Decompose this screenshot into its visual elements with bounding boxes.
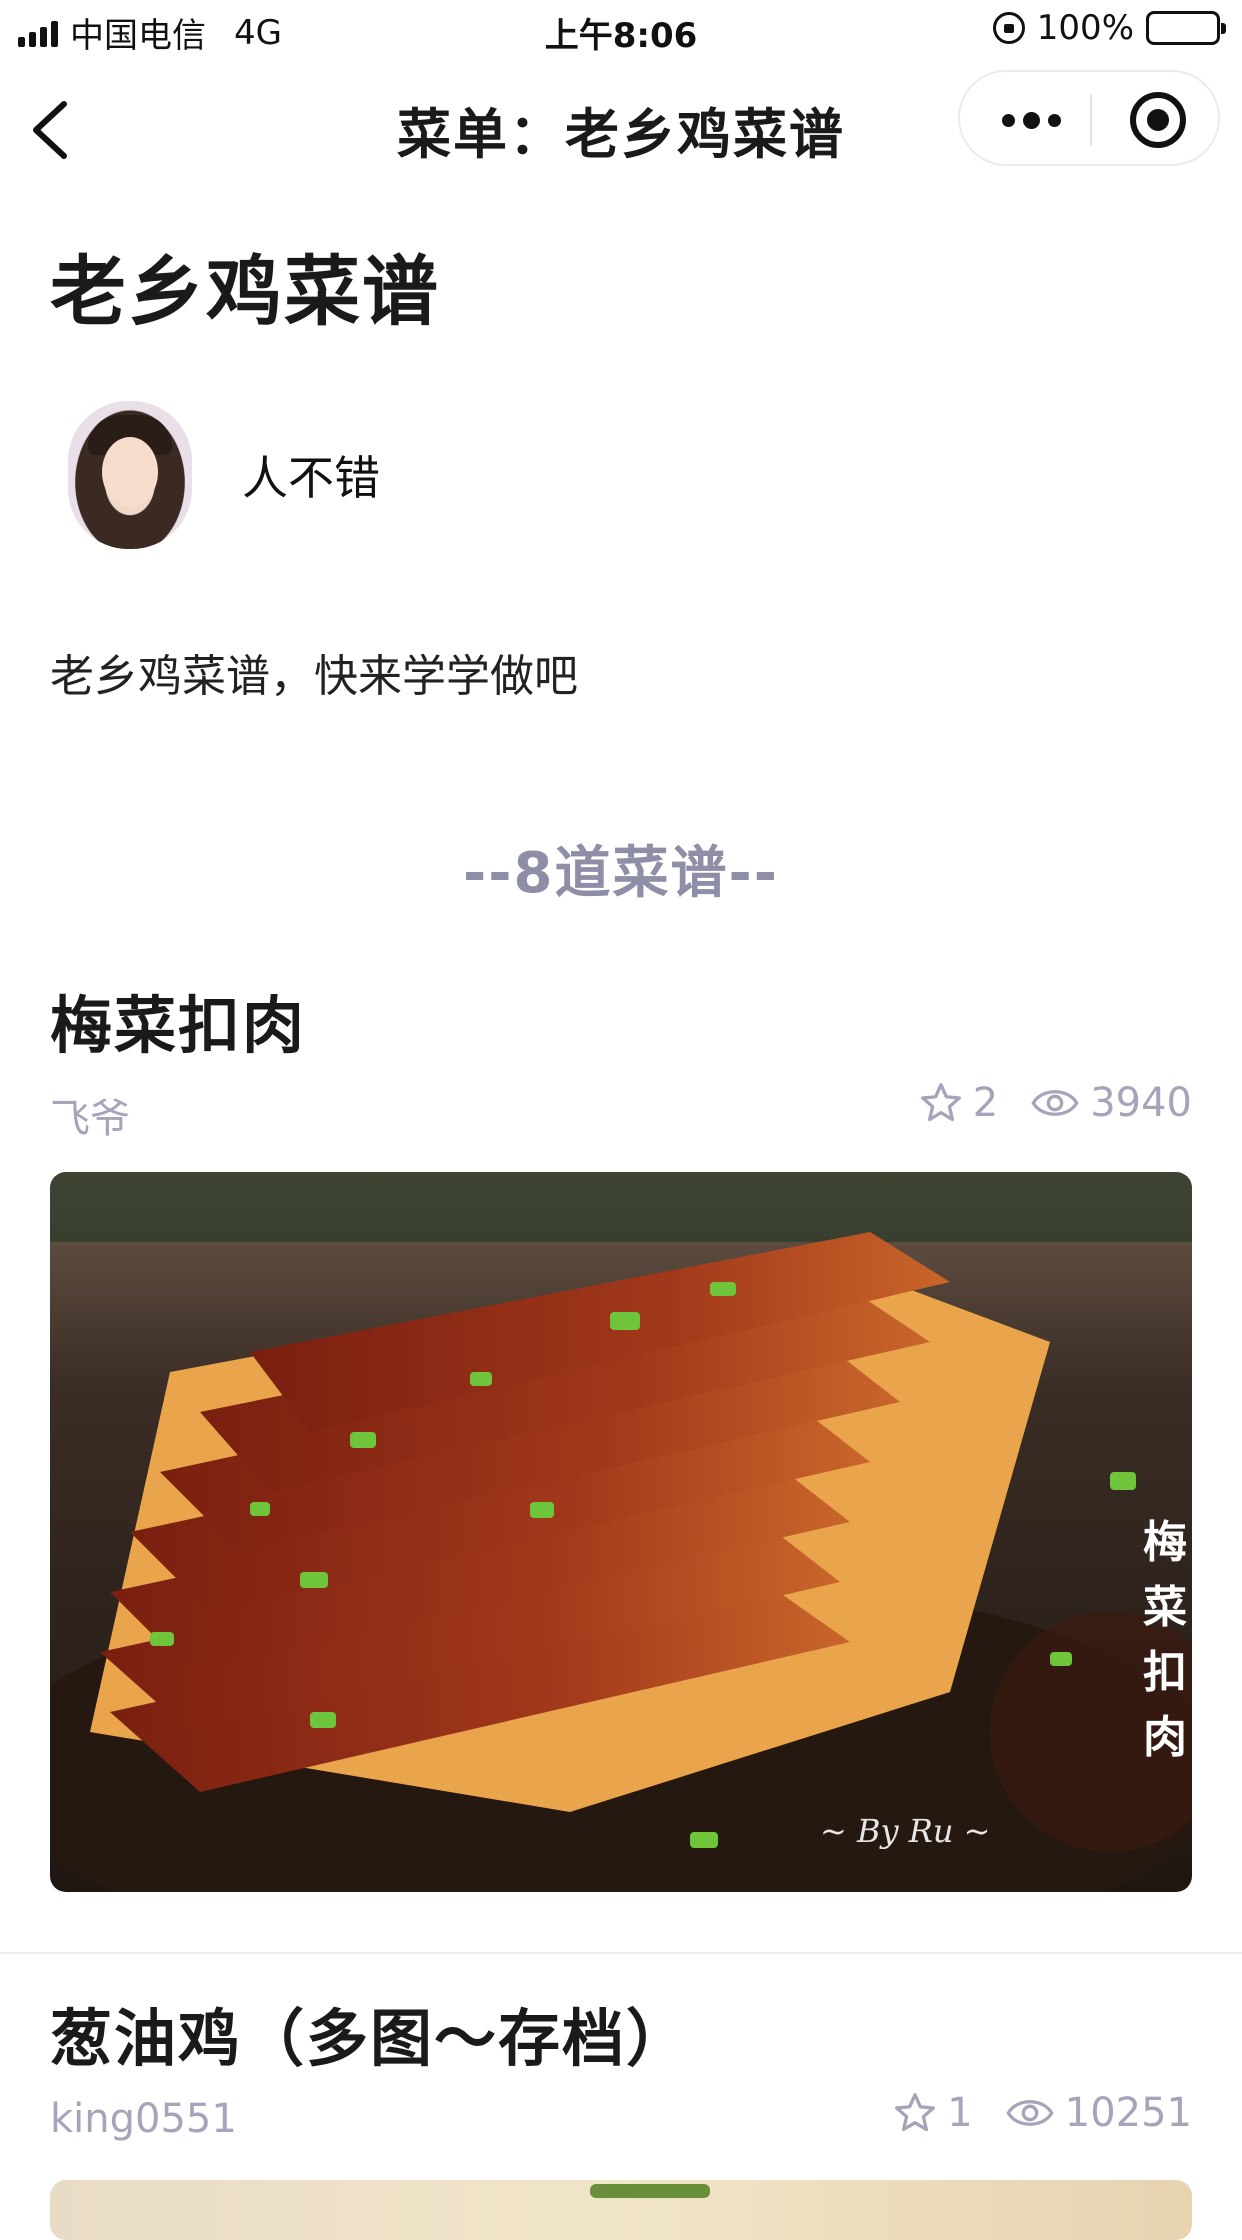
recipe-stats: 1 10251 (893, 2090, 1192, 2136)
image-caption-char-3: 扣 (1143, 1647, 1187, 1698)
recipe-author[interactable]: 飞爷 (50, 1086, 130, 1144)
recipe-count: --8道菜谱-- (463, 841, 779, 906)
battery-icon (1146, 11, 1226, 45)
battery-percent: 100% (1036, 8, 1134, 48)
more-icon[interactable] (996, 98, 1066, 142)
menu-description: 老乡鸡菜谱，快来学学做吧 (50, 651, 578, 702)
author-row[interactable]: 人不错 (68, 400, 380, 550)
scallion-garnish (590, 2184, 710, 2198)
recipe-title[interactable]: 葱油鸡（多图～存档） (50, 1988, 690, 2078)
recipe-image[interactable] (50, 2180, 1192, 2240)
star-icon (893, 2091, 937, 2135)
recipe-stats: 2 3940 (919, 1080, 1192, 1126)
capsule-divider (1090, 94, 1092, 146)
image-caption-char-1: 梅 (1143, 1517, 1187, 1568)
close-target-icon[interactable] (1130, 92, 1186, 148)
status-bar: 中国电信 4G 上午8:06 100% (0, 0, 1242, 62)
page-title: 老乡鸡菜谱 (50, 247, 440, 336)
view-count: 3940 (1090, 1080, 1192, 1126)
image-caption-char-4: 肉 (1143, 1712, 1187, 1763)
star-count: 2 (972, 1080, 999, 1126)
rotation-lock-icon (992, 12, 1025, 44)
star-icon (919, 1081, 963, 1125)
recipe-author[interactable]: king0551 (50, 2096, 237, 2142)
recipe-title[interactable]: 梅菜扣肉 (50, 975, 306, 1065)
eye-icon (1030, 1083, 1080, 1123)
view-count: 10251 (1064, 2090, 1192, 2136)
image-signature: ~ By Ru ~ (820, 1812, 990, 1850)
star-count: 1 (947, 2090, 973, 2136)
eye-icon (1005, 2093, 1055, 2133)
recipe-image[interactable]: 梅 菜 扣 肉 ~ By Ru ~ (50, 1172, 1192, 1892)
mini-program-capsule (958, 70, 1220, 166)
author-name[interactable]: 人不错 (242, 442, 380, 508)
navigation-bar: 菜单：老乡鸡菜谱 (0, 62, 1242, 188)
recipe-divider (0, 1952, 1242, 1954)
image-caption-char-2: 菜 (1143, 1582, 1187, 1633)
pork-dish-picture: 梅 菜 扣 肉 ~ By Ru ~ (50, 1172, 1192, 1892)
avatar[interactable] (68, 401, 192, 549)
